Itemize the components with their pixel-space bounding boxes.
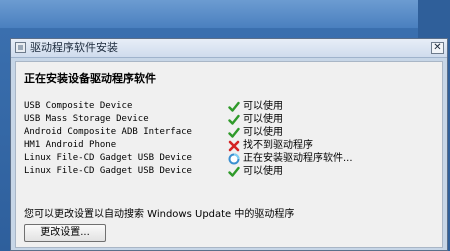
device-name: Linux File-CD Gadget USB Device [24,153,192,163]
change-settings-button[interactable]: 更改设置... [24,224,106,242]
device-name: Android Composite ADB Interface [24,127,192,137]
dialog-app-icon [15,42,26,53]
background-window-frame [0,0,450,28]
device-name: HM1 Android Phone [24,140,117,150]
device-name: USB Mass Storage Device [24,114,149,124]
dialog-title: 驱动程序软件安装 [30,41,118,54]
check-icon [228,166,240,177]
device-row: Linux File-CD Gadget USB Device 可以使用 [24,165,434,178]
device-row: USB Mass Storage Device 可以使用 [24,113,434,126]
device-status: 可以使用 [243,166,283,177]
check-icon [228,114,240,125]
device-row: Linux File-CD Gadget USB Device 正在安装驱动程序… [24,152,434,165]
device-name: Linux File-CD Gadget USB Device [24,166,192,176]
check-icon [228,127,240,138]
device-status: 找不到驱动程序 [243,140,313,151]
device-status: 可以使用 [243,114,283,125]
check-icon [228,101,240,112]
busy-icon [228,153,240,165]
device-row: Android Composite ADB Interface 可以使用 [24,126,434,139]
dialog-titlebar[interactable]: 驱动程序软件安装 ✕ [11,39,447,58]
device-status: 可以使用 [243,101,283,112]
dialog-content: 正在安装设备驱动程序软件 USB Composite Device 可以使用 U… [15,61,443,248]
device-status: 正在安装驱动程序软件... [243,153,353,164]
device-row: USB Composite Device 可以使用 [24,100,434,113]
driver-install-dialog: 驱动程序软件安装 ✕ 正在安装设备驱动程序软件 USB Composite De… [10,38,448,251]
device-name: USB Composite Device [24,101,133,111]
device-status: 可以使用 [243,127,283,138]
windows-update-info: 您可以更改设置以自动搜索 Windows Update 中的驱动程序 [24,209,295,220]
device-row: HM1 Android Phone 找不到驱动程序 [24,139,434,152]
page-heading: 正在安装设备驱动程序软件 [24,72,156,85]
close-button[interactable]: ✕ [431,42,444,54]
error-x-icon [228,140,240,152]
